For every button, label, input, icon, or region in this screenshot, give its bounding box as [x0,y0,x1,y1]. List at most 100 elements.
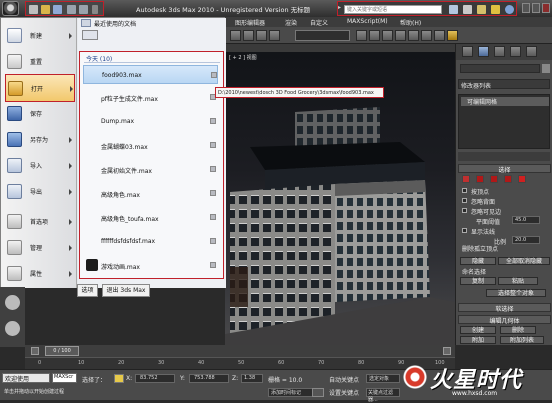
menu-item-new[interactable]: 新建 [5,22,75,50]
auto-key-button[interactable]: 自动关键点 [329,375,359,384]
modify-tab-icon[interactable] [478,46,489,57]
steering-wheel-icon[interactable] [5,321,20,336]
menu-rendering[interactable]: 渲染 [285,18,297,27]
ignore-backface-checkbox[interactable] [462,198,467,203]
align-icon[interactable] [369,30,380,41]
planar-threshold-spinner[interactable]: 45.0 [512,216,540,224]
minimize-icon[interactable] [522,3,530,13]
menu-graph-editors[interactable]: 图形编辑器 [235,18,265,27]
pin-icon[interactable] [210,118,216,124]
help-icon[interactable] [505,5,514,14]
search-icon[interactable] [449,5,458,14]
menu-item-save-as[interactable]: 另存为 [5,126,75,154]
render-icon[interactable] [447,30,458,41]
menu-item-reset[interactable]: 重置 [5,48,75,76]
unhide-all-button[interactable]: 全部取消隐藏 [498,257,550,265]
view-options-dropdown[interactable] [82,30,98,40]
open-folder-icon[interactable] [41,5,50,14]
menu-item-preferences[interactable]: 首选项 [5,208,75,236]
pin-icon[interactable] [210,238,216,244]
timeline-ruler[interactable]: 0 10 20 30 40 50 60 70 80 90 100 [25,357,455,369]
key-icon[interactable] [312,388,324,397]
lock-selection-icon[interactable] [114,374,124,383]
maxscript-listener-field[interactable]: 欢迎使用 [2,373,50,383]
next-frame-icon[interactable] [443,347,451,355]
attach-button[interactable]: 附加 [460,336,496,344]
face-icon[interactable] [490,175,498,183]
object-name-field[interactable] [460,64,540,73]
select-icon[interactable] [230,30,241,41]
pin-icon[interactable] [210,190,216,196]
app-logo-button[interactable] [2,1,19,16]
layer-icon[interactable] [382,30,393,41]
recent-file-item[interactable]: 游戏动画.max [83,256,218,275]
pin-icon[interactable] [211,72,217,78]
subscription-icon[interactable] [463,5,472,14]
recent-file-item[interactable]: 高级角色.max [83,184,218,203]
pin-icon[interactable] [210,166,216,172]
pin-icon[interactable] [210,142,216,148]
render-frame-icon[interactable] [434,30,445,41]
material-editor-icon[interactable] [408,30,419,41]
undo-icon[interactable] [67,5,76,14]
stack-item-editable-mesh[interactable]: 可编辑网格 [461,97,549,106]
selection-rollout-header[interactable]: 选择 [458,164,551,174]
pin-icon[interactable] [210,262,216,268]
menu-item-manage[interactable]: 管理 [5,234,75,262]
menu-help[interactable]: 帮助(H) [400,18,421,27]
polygon-icon[interactable] [504,175,512,183]
time-slider-thumb[interactable]: 0 / 100 [45,346,79,356]
edit-geometry-rollout[interactable]: 编辑几何体 [458,315,551,325]
recent-file-item[interactable]: Dump.max [83,112,218,131]
script-tag[interactable]: MAXScr [52,373,77,383]
recent-file-item[interactable]: 高级角色_toufa.max [83,208,218,227]
z-coordinate-field[interactable]: 1.38 [241,374,263,383]
selected-object-dropdown[interactable]: 选定对象 [366,374,400,383]
scale-spinner[interactable]: 20.0 [512,236,540,244]
motion-tab-icon[interactable] [510,46,521,57]
rotate-icon[interactable] [256,30,267,41]
curve-editor-icon[interactable] [395,30,406,41]
chevron-down-icon[interactable] [92,5,98,14]
scale-icon[interactable] [269,30,280,41]
close-icon[interactable] [542,3,550,13]
ignore-visible-edges-checkbox[interactable] [462,208,467,213]
hide-button[interactable]: 隐藏 [460,257,496,265]
menu-customize[interactable]: 自定义 [310,18,328,27]
by-vertex-checkbox[interactable] [462,188,467,193]
menu-item-import[interactable]: 导入 [5,152,75,180]
viewcube-icon[interactable] [5,295,20,310]
set-key-button[interactable]: 设置关键点 [329,388,359,397]
save-icon[interactable] [53,5,62,14]
prev-frame-icon[interactable] [31,347,39,355]
edge-icon[interactable] [476,175,484,183]
recent-file-item[interactable]: ffffffdsfdsfdsf.max [83,232,218,251]
recent-file-item[interactable]: pf粒子生成文件.max [83,88,218,107]
menu-maxscript[interactable]: MAXScript(M) [347,18,388,25]
favorites-star-icon[interactable] [491,5,500,14]
new-file-icon[interactable] [29,5,38,14]
delete-button[interactable]: 删除 [500,326,536,334]
maximize-icon[interactable] [532,3,540,13]
x-coordinate-field[interactable]: 83.752 [135,374,175,383]
menu-item-export[interactable]: 导出 [5,178,75,206]
move-icon[interactable] [243,30,254,41]
communication-icon[interactable] [477,5,486,14]
create-tab-icon[interactable] [462,46,473,57]
paste-button[interactable]: 粘贴 [498,277,538,285]
render-setup-icon[interactable] [421,30,432,41]
recent-file-item[interactable]: 金属蝴蝶03.max [83,136,218,155]
show-normals-checkbox[interactable] [462,228,467,233]
y-coordinate-field[interactable]: 753.788 [189,374,229,383]
options-button[interactable]: 选项 [77,284,98,297]
key-filters-button[interactable]: 关键点过滤器... [366,388,400,403]
redo-icon[interactable] [79,5,88,14]
menu-item-save[interactable]: 保存 [5,100,75,128]
display-tab-icon[interactable] [526,46,537,57]
create-button[interactable]: 创建 [460,326,496,334]
recent-file-item[interactable]: 金属初始文件.max [83,160,218,179]
attach-list-button[interactable]: 附加列表 [500,336,544,344]
menu-item-properties[interactable]: 属性 [5,260,75,288]
search-input[interactable] [344,5,442,14]
recent-file-item[interactable]: food903.max [83,65,218,84]
